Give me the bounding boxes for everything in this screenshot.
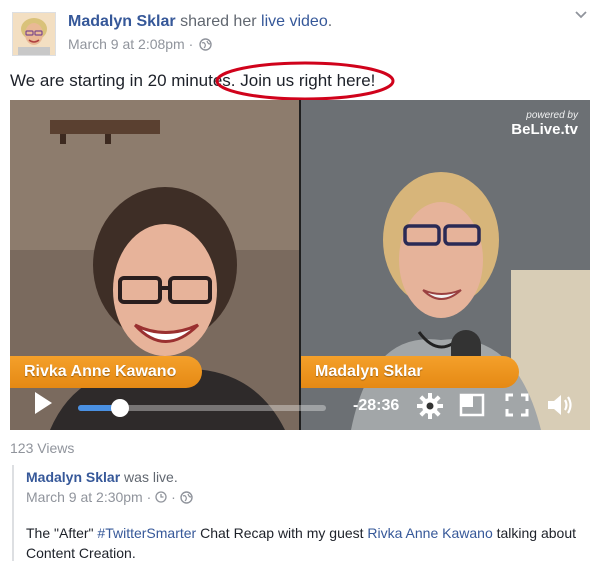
post-headline: Madalyn Sklar shared her live video. (68, 12, 332, 32)
shared-timestamp[interactable]: March 9 at 2:30pm (26, 489, 143, 505)
shared-text: The "After" #TwitterSmarter Chat Recap w… (26, 523, 581, 563)
belive-brand: BeLive.tv (511, 121, 578, 138)
video-panel-left: Rivka Anne Kawano (10, 100, 300, 430)
volume-icon[interactable] (546, 392, 576, 418)
clock-icon (155, 491, 167, 503)
progress-bar[interactable] (78, 399, 326, 417)
post-meta: March 9 at 2:08pm · (68, 35, 212, 55)
shared-text-middle: Chat Recap with my guest (196, 525, 368, 541)
chevron-down-icon[interactable] (574, 8, 588, 22)
hashtag-link[interactable]: #TwitterSmarter (97, 525, 196, 541)
shared-globe-icon[interactable] (179, 489, 193, 505)
shared-author-link[interactable]: Madalyn Sklar (26, 469, 120, 485)
live-video-player[interactable]: Rivka Anne Kawano powered by BeLive.tv M… (10, 100, 590, 430)
live-video-link[interactable]: live video (261, 13, 328, 30)
annotation-ellipse (215, 61, 395, 101)
gear-icon[interactable] (416, 392, 444, 420)
play-icon[interactable] (32, 390, 54, 416)
time-remaining: -28:36 (353, 397, 400, 414)
fullscreen-icon[interactable] (504, 392, 530, 418)
powered-by-badge: powered by BeLive.tv (511, 110, 578, 138)
video-panel-right: powered by BeLive.tv Madalyn Sklar (301, 100, 590, 430)
globe-icon[interactable] (199, 37, 212, 55)
picture-in-picture-icon[interactable] (459, 392, 485, 418)
shared-separator-2: · (171, 489, 176, 505)
action-text: shared her (180, 13, 257, 30)
post-timestamp[interactable]: March 9 at 2:08pm (68, 36, 185, 52)
guest-profile-link[interactable]: Rivka Anne Kawano (367, 525, 492, 541)
shared-separator-1: · (146, 489, 152, 505)
shared-text-before: The "After" (26, 525, 98, 541)
shared-post: Madalyn Sklar was live. March 9 at 2:30p… (12, 465, 590, 561)
headline-period: . (327, 13, 333, 30)
progress-handle[interactable] (111, 399, 130, 417)
powered-by-label: powered by (526, 110, 578, 121)
shared-action: was live. (124, 469, 178, 485)
meta-separator: · (188, 36, 194, 52)
avatar[interactable] (12, 12, 56, 56)
shared-headline: Madalyn Sklar was live. (26, 469, 178, 485)
author-link[interactable]: Madalyn Sklar (68, 13, 176, 30)
avatar-portrait (13, 13, 55, 55)
view-count: 123 Views (10, 440, 75, 456)
post-header: Madalyn Sklar shared her live video. Mar… (10, 8, 590, 58)
shared-meta: March 9 at 2:30pm · · (26, 489, 193, 505)
video-controls: -28:36 (10, 382, 590, 430)
